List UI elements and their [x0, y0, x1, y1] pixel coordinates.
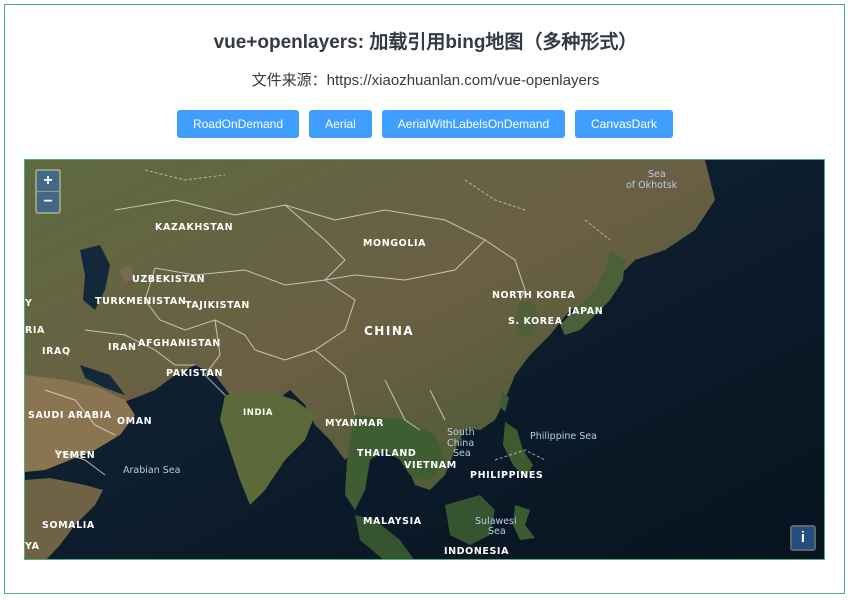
info-icon[interactable]: i [792, 527, 814, 549]
label-saudi-arabia: SAUDI ARABIA [28, 410, 112, 421]
label-pakistan: PAKISTAN [166, 368, 223, 379]
label-south-china-sea-3: Sea [453, 448, 471, 459]
aerial-with-labels-button[interactable]: AerialWithLabelsOnDemand [382, 110, 565, 138]
label-myanmar: MYANMAR [325, 418, 384, 429]
label-india: INDIA [243, 408, 273, 418]
label-iran: IRAN [108, 342, 137, 353]
label-north-korea: NORTH KOREA [492, 290, 575, 301]
label-japan: JAPAN [567, 306, 603, 317]
label-iraq: IRAQ [42, 346, 71, 357]
label-turkmenistan: TURKMENISTAN [95, 296, 186, 307]
canvas-dark-button[interactable]: CanvasDark [575, 110, 673, 138]
label-edge-ya: YA [25, 541, 40, 552]
label-sulawesi-sea-2: Sea [488, 526, 506, 537]
label-malaysia: MALAYSIA [363, 516, 422, 527]
zoom-control: + − [35, 169, 61, 214]
zoom-in-button[interactable]: + [37, 171, 59, 191]
label-sea-okhotsk-1: Sea [648, 169, 666, 180]
attribution-control: i [790, 525, 816, 551]
label-thailand: THAILAND [357, 448, 416, 459]
label-arabian-sea: Arabian Sea [123, 465, 180, 476]
label-south-korea: S. KOREA [508, 316, 563, 327]
map-container[interactable]: KAZAKHSTAN MONGOLIA UZBEKISTAN TURKMENIS… [24, 159, 825, 560]
label-mongolia: MONGOLIA [363, 238, 426, 249]
label-edge-y: Y [25, 298, 32, 309]
label-philippine-sea: Philippine Sea [530, 431, 597, 442]
aerial-button[interactable]: Aerial [309, 110, 372, 138]
source-text: 文件来源：https://xiaozhuanlan.com/vue-openla… [251, 72, 600, 89]
satellite-map: KAZAKHSTAN MONGOLIA UZBEKISTAN TURKMENIS… [25, 160, 824, 559]
label-uzbekistan: UZBEKISTAN [132, 274, 205, 285]
label-sea-okhotsk-2: of Okhotsk [626, 180, 678, 191]
page-title: vue+openlayers: 加载引用bing地图（多种形式） [213, 32, 638, 53]
label-philippines: PHILIPPINES [470, 470, 543, 481]
label-kazakhstan: KAZAKHSTAN [155, 222, 233, 233]
label-indonesia: INDONESIA [444, 546, 509, 557]
road-on-demand-button[interactable]: RoadOnDemand [177, 110, 299, 138]
label-oman: OMAN [117, 416, 152, 427]
label-yemen: YEMEN [54, 450, 95, 461]
label-somalia: SOMALIA [42, 520, 95, 531]
label-tajikistan: TAJIKISTAN [185, 300, 250, 311]
label-afghanistan: AFGHANISTAN [138, 338, 221, 349]
label-vietnam: VIETNAM [404, 460, 457, 471]
label-edge-ria: RIA [25, 325, 45, 336]
zoom-out-button[interactable]: − [37, 192, 59, 212]
label-china: CHINA [364, 324, 414, 338]
label-south-china-sea-1: South [447, 427, 475, 438]
